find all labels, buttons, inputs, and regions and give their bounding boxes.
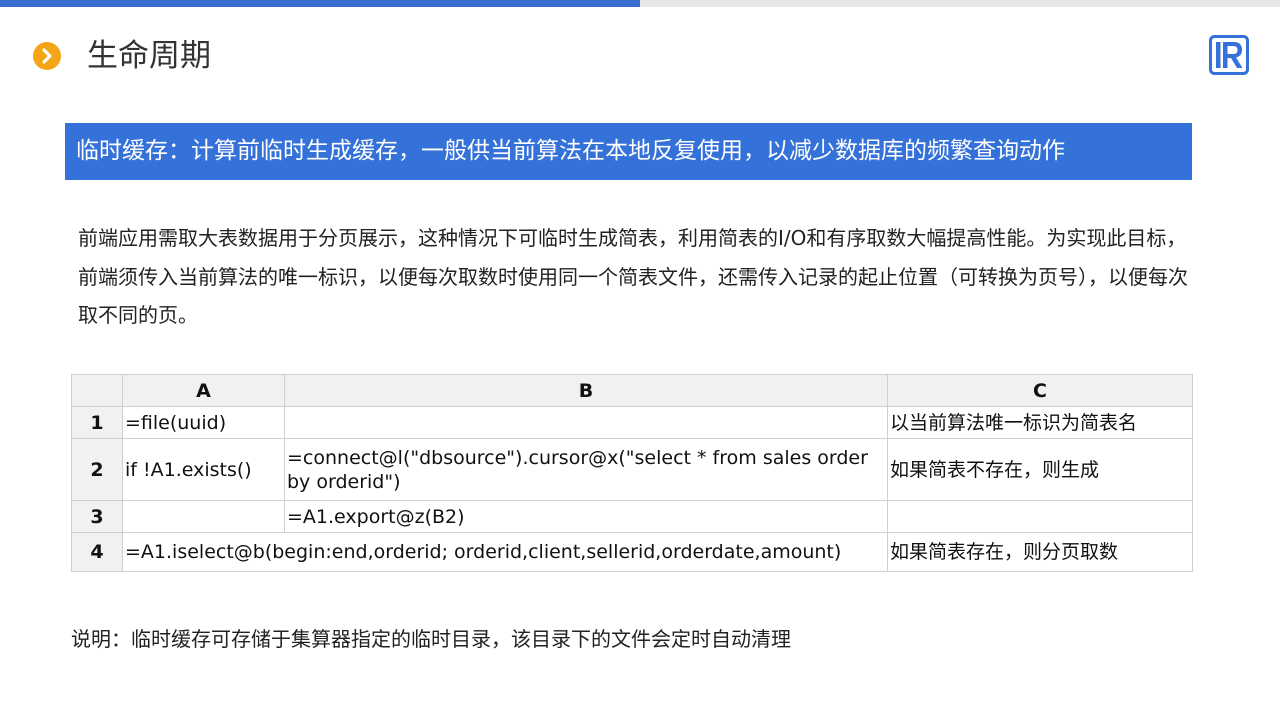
column-header-c: C xyxy=(887,374,1193,407)
cell-a2[interactable]: if !A1.exists() xyxy=(122,438,285,501)
cell-c4[interactable]: 如果简表存在，则分页取数 xyxy=(887,532,1193,572)
brand-r-logo-icon xyxy=(1209,35,1249,75)
row-number: 4 xyxy=(71,532,123,572)
row-number: 3 xyxy=(71,500,123,533)
code-grid-table: A B C 1 =file(uuid) 以当前算法唯一标识为简表名 2 if !… xyxy=(71,374,1193,572)
progress-track xyxy=(0,0,1280,7)
cell-c3[interactable] xyxy=(887,500,1193,533)
footnote: 说明：临时缓存可存储于集算器指定的临时目录，该目录下的文件会定时自动清理 xyxy=(71,627,791,651)
table-row: 4 =A1.iselect@b(begin:end,orderid; order… xyxy=(71,532,1193,572)
table-row: 2 if !A1.exists() =connect@l("dbsource")… xyxy=(71,438,1193,501)
chevron-right-icon xyxy=(33,42,61,70)
table-row: 1 =file(uuid) 以当前算法唯一标识为简表名 xyxy=(71,406,1193,439)
cell-c2[interactable]: 如果简表不存在，则生成 xyxy=(887,438,1193,501)
table-row: 3 =A1.export@z(B2) xyxy=(71,500,1193,533)
row-number: 1 xyxy=(71,406,123,439)
cell-a4[interactable]: =A1.iselect@b(begin:end,orderid; orderid… xyxy=(122,532,888,572)
cell-b3[interactable]: =A1.export@z(B2) xyxy=(284,500,888,533)
cell-a3[interactable] xyxy=(122,500,285,533)
corner-cell xyxy=(71,374,123,407)
description-paragraph: 前端应用需取大表数据用于分页展示，这种情况下可临时生成简表，利用简表的I/O和有… xyxy=(78,226,1188,327)
section-banner: 临时缓存：计算前临时生成缓存，一般供当前算法在本地反复使用，以减少数据库的频繁查… xyxy=(65,123,1192,180)
row-number: 2 xyxy=(71,438,123,501)
column-header-b: B xyxy=(284,374,888,407)
header-row: A B C xyxy=(71,374,1193,407)
column-header-a: A xyxy=(122,374,285,407)
cell-a1[interactable]: =file(uuid) xyxy=(122,406,285,439)
cell-b1[interactable] xyxy=(284,406,888,439)
cell-c1[interactable]: 以当前算法唯一标识为简表名 xyxy=(887,406,1193,439)
page-title: 生命周期 xyxy=(87,38,211,74)
cell-b2[interactable]: =connect@l("dbsource").cursor@x("select … xyxy=(284,438,888,501)
progress-fill xyxy=(0,0,640,7)
